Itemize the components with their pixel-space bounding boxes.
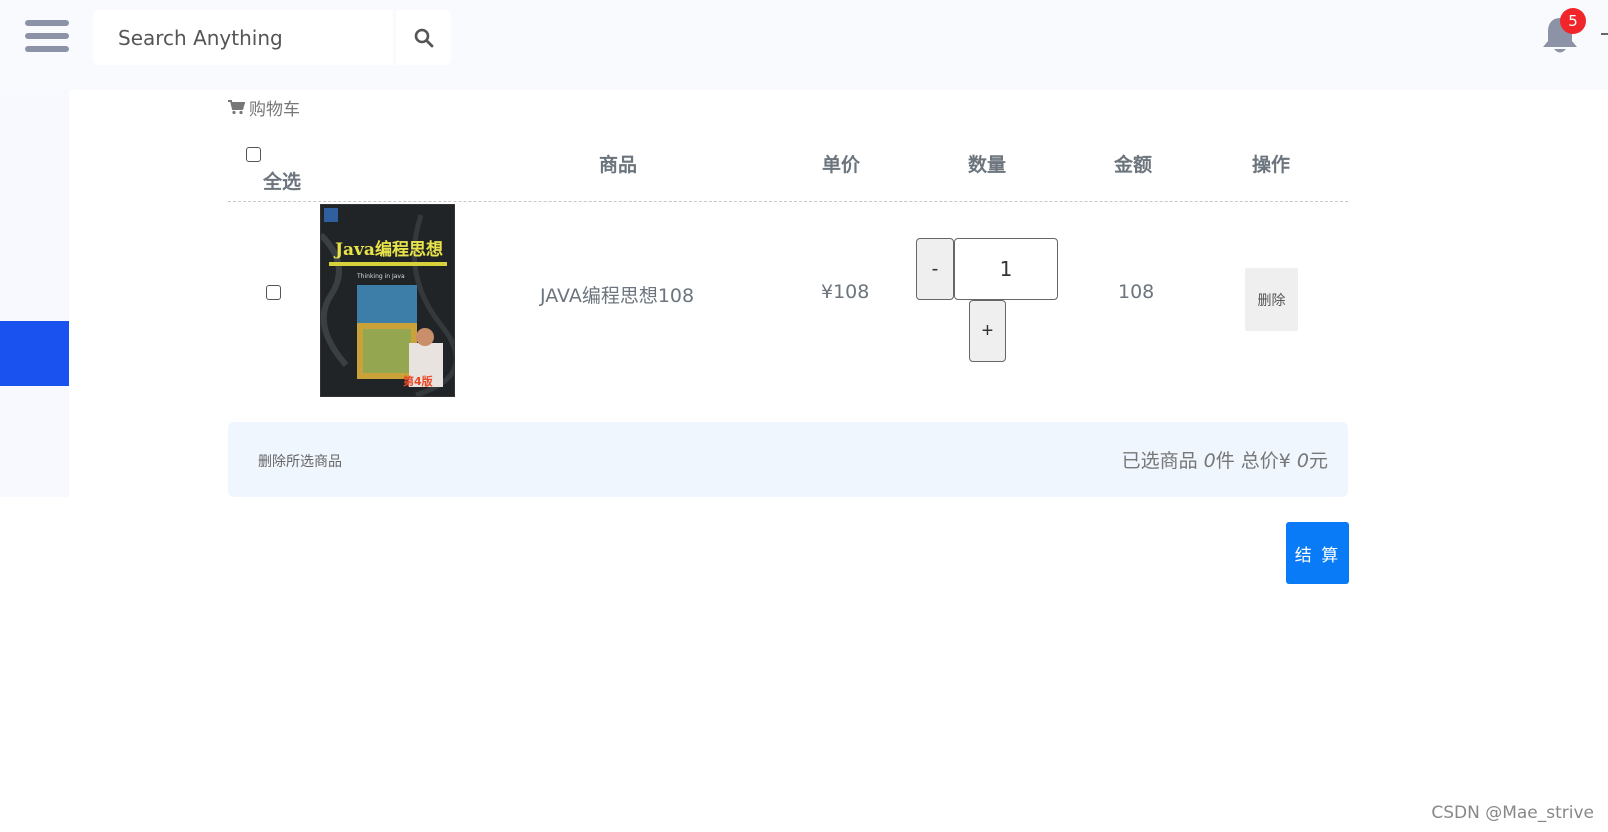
row-checkbox[interactable] xyxy=(266,285,281,300)
book-cover-subtitle: Thinking in Java xyxy=(357,273,405,280)
row-amount: 108 xyxy=(1118,281,1155,303)
breadcrumb: 购物车 xyxy=(228,95,300,120)
cart-summary-text: 已选商品 0件 总价¥ 0元 xyxy=(1122,446,1328,473)
selected-count: 0 xyxy=(1203,450,1216,472)
count-unit: 件 总价¥ xyxy=(1215,450,1297,472)
cart-table-header: 全选 商品 单价 数量 金额 操作 xyxy=(228,145,1348,202)
search-icon xyxy=(414,28,433,47)
search-box xyxy=(93,10,393,65)
edge-marker xyxy=(1601,33,1608,35)
delete-selected-link[interactable]: 删除所选商品 xyxy=(258,451,342,471)
header-action: 操作 xyxy=(1252,154,1291,176)
unit-price: ¥108 xyxy=(821,281,870,303)
currency-unit: 元 xyxy=(1308,450,1328,472)
breadcrumb-label: 购物车 xyxy=(249,100,300,120)
book-cover-edition: 第4版 xyxy=(403,375,433,388)
header-quantity: 数量 xyxy=(968,154,1007,176)
cart-summary-bar: 删除所选商品 已选商品 0件 总价¥ 0元 xyxy=(228,422,1348,497)
watermark: CSDN @Mae_strive xyxy=(1431,803,1594,823)
quantity-decrease-button[interactable]: - xyxy=(916,238,954,300)
search-input[interactable] xyxy=(93,10,393,65)
header-unit-price: 单价 xyxy=(822,154,861,176)
book-cover-title: Java编程思想 xyxy=(335,240,443,260)
delete-item-button[interactable]: 删除 xyxy=(1245,268,1298,331)
header-product: 商品 xyxy=(599,154,638,176)
selected-prefix: 已选商品 xyxy=(1121,450,1204,472)
header-select-all: 全选 xyxy=(263,171,302,193)
sidebar xyxy=(0,90,69,497)
select-all-checkbox[interactable] xyxy=(246,147,261,162)
sidebar-item-active[interactable] xyxy=(0,321,69,386)
quantity-increase-button[interactable]: + xyxy=(969,300,1006,362)
table-row: Java编程思想 Thinking in Java 第4版 JAVA编程思想10… xyxy=(228,203,1348,399)
top-bar: 5 xyxy=(0,0,1608,90)
product-name[interactable]: JAVA编程思想108 xyxy=(540,281,694,308)
search-button[interactable] xyxy=(396,10,451,65)
notification-badge: 5 xyxy=(1560,8,1586,34)
hamburger-menu-icon[interactable] xyxy=(25,20,69,58)
total-price: 0 xyxy=(1296,450,1309,472)
app-root: 5 购物车 全选 商品 单价 数量 金额 操作 xyxy=(0,0,1608,832)
header-amount: 金额 xyxy=(1114,154,1153,176)
quantity-input[interactable] xyxy=(954,238,1058,300)
checkout-button[interactable]: 结 算 xyxy=(1286,522,1349,584)
product-image: Java编程思想 Thinking in Java 第4版 xyxy=(320,204,455,397)
shopping-cart-icon xyxy=(228,100,245,115)
